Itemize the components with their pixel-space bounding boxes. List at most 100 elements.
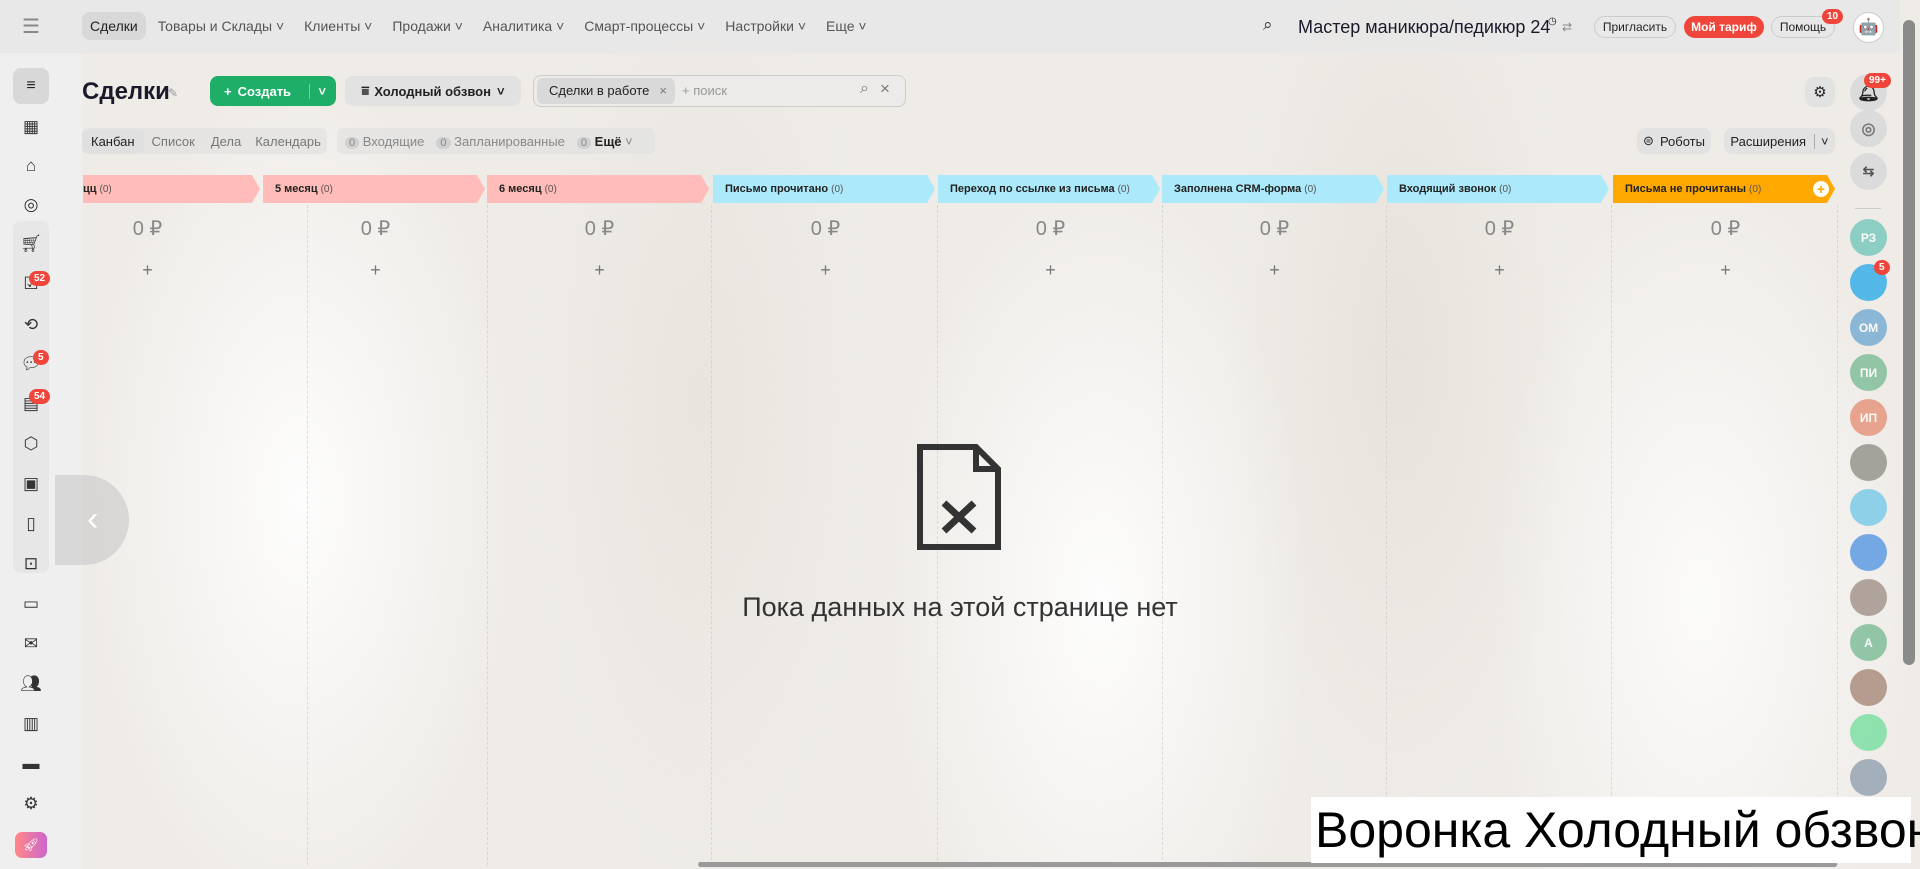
contact-avatar[interactable]	[1850, 714, 1887, 751]
create-label: Создать	[237, 83, 292, 99]
stage-name: Письмо прочитано	[725, 183, 829, 195]
add-deal-button[interactable]: +	[1613, 260, 1838, 281]
flow-icon[interactable]: ⟲	[17, 315, 45, 339]
mail-icon[interactable]: ✉	[17, 634, 45, 658]
nav-deals[interactable]: Сделки	[82, 12, 146, 40]
contact-avatar[interactable]: ПИ	[1850, 354, 1887, 391]
id-card-icon[interactable]: ▬	[17, 754, 45, 778]
counter-more[interactable]: 0 Ещё ˅	[576, 134, 633, 149]
pin-icon[interactable]: ✎	[168, 86, 178, 100]
nav-products[interactable]: Товары и Склады ˅	[150, 12, 292, 40]
stage-header[interactable]: 5 месяц (0)	[263, 175, 485, 203]
stage-sum: 0 ₽	[810, 218, 841, 240]
stage-header[interactable]: цц (0)	[83, 175, 260, 203]
add-deal-button[interactable]: +	[938, 260, 1163, 281]
copilot-button[interactable]: ◎	[1850, 110, 1887, 147]
stage-header[interactable]: Письма не прочитаны (0) +	[1613, 175, 1835, 203]
user-avatar[interactable]: 🤖	[1853, 12, 1884, 43]
nav-more[interactable]: Еще ˅	[818, 12, 875, 40]
tariff-button[interactable]: Мой тариф	[1684, 16, 1764, 38]
stage-header[interactable]: 6 месяц (0)	[487, 175, 709, 203]
contact-avatar[interactable]	[1850, 579, 1887, 616]
stage-header[interactable]: Письмо прочитано (0)	[713, 175, 935, 203]
contact-avatar[interactable]	[1850, 759, 1887, 796]
tab-activities[interactable]: Дела	[203, 130, 249, 153]
stage-header[interactable]: Заполнена CRM-форма (0)	[1162, 175, 1384, 203]
search-icon[interactable]: ⌕	[860, 80, 869, 98]
contact-avatar[interactable]: ИП	[1850, 399, 1887, 436]
calendar-icon[interactable]: ▣	[17, 474, 45, 498]
users-icon[interactable]: 👥︎	[17, 674, 45, 698]
sidebar-funnel-active[interactable]: ≡	[13, 68, 49, 104]
contact-avatar[interactable]: ОМ	[1850, 309, 1887, 346]
presentation-icon[interactable]: ⊡	[17, 554, 45, 578]
stage-count: (0)	[544, 183, 557, 195]
tab-calendar[interactable]: Календарь	[249, 130, 327, 153]
messages-button[interactable]: ⇆	[1850, 153, 1887, 190]
remove-tag-icon[interactable]: ×	[659, 83, 667, 98]
portal-name[interactable]: Мастер маникюра/педикюр 24	[1298, 17, 1550, 38]
contact-avatar[interactable]	[1850, 489, 1887, 526]
stage-count: (0)	[831, 183, 844, 195]
funnel-select[interactable]: ⩸ Холодный обзвон ˅	[345, 76, 521, 106]
chart-icon[interactable]: ▥	[17, 714, 45, 738]
stage-count: (0)	[1749, 183, 1762, 195]
extensions-button[interactable]: Расширения ˅	[1724, 128, 1835, 154]
create-button[interactable]: + Создать ˅	[210, 76, 336, 106]
robots-label: Роботы	[1659, 133, 1705, 149]
chevron-down-icon[interactable]: ˅	[1814, 133, 1829, 149]
robots-button[interactable]: ⊜ Роботы	[1637, 128, 1711, 154]
nav-smart[interactable]: Смарт-процессы ˅	[576, 12, 713, 40]
counter-planned[interactable]: 0 Запланированные	[436, 134, 565, 149]
drive-icon[interactable]: ▭	[17, 594, 45, 618]
stage-name: Переход по ссылке из письма	[950, 183, 1115, 195]
stage-name: Входящий звонок	[1399, 183, 1497, 195]
document-icon[interactable]: ▯	[17, 514, 45, 538]
settings-icon[interactable]: ⚙	[17, 794, 45, 818]
tab-list[interactable]: Список	[144, 130, 203, 153]
counter-incoming[interactable]: 0 Входящие	[345, 134, 424, 149]
hexagon-icon[interactable]: ⬡	[17, 434, 45, 458]
add-deal-button[interactable]: +	[713, 260, 938, 281]
funnel-label: Холодный обзвон	[374, 83, 491, 99]
settings-button[interactable]: ⚙	[1805, 77, 1835, 107]
clear-icon[interactable]: ×	[880, 79, 890, 99]
contact-avatar[interactable]: РЗ	[1850, 219, 1887, 256]
stage-name: цц	[83, 183, 97, 195]
create-dropdown-icon[interactable]: ˅	[309, 83, 326, 99]
nav-clients[interactable]: Клиенты ˅	[296, 12, 380, 40]
tab-kanban[interactable]: Канбан	[82, 129, 144, 153]
nav-settings[interactable]: Настройки ˅	[717, 12, 814, 40]
calendar-list-icon[interactable]: ▦	[17, 117, 45, 141]
rail-divider	[1855, 208, 1881, 209]
menu-icon[interactable]: ☰	[22, 14, 40, 39]
add-stage-icon[interactable]: +	[1813, 181, 1829, 197]
contact-avatar[interactable]	[1850, 444, 1887, 481]
add-deal-button[interactable]: +	[35, 260, 260, 281]
add-deal-button[interactable]: +	[263, 260, 488, 281]
search-input[interactable]: + поиск	[682, 83, 727, 98]
invite-button[interactable]: Пригласить	[1594, 16, 1676, 38]
rocket-icon[interactable]: 🚀︎	[15, 832, 47, 858]
search-icon[interactable]: ⌕	[1263, 15, 1273, 35]
add-deal-button[interactable]: +	[1162, 260, 1387, 281]
stage-header[interactable]: Входящий звонок (0)	[1387, 175, 1609, 203]
view-tabs: Канбан Список Дела Календарь	[82, 128, 327, 154]
nav-analytics[interactable]: Аналитика ˅	[475, 12, 572, 40]
column-divider	[487, 205, 488, 865]
vertical-scrollbar[interactable]	[1903, 20, 1915, 665]
contact-avatar[interactable]	[1850, 669, 1887, 706]
scroll-left-button[interactable]: ‹	[55, 475, 129, 565]
contact-avatar[interactable]: А	[1850, 624, 1887, 661]
stage-name: Заполнена CRM-форма	[1174, 183, 1302, 195]
filter-tag[interactable]: Сделки в работе ×	[537, 78, 675, 104]
contact-avatar[interactable]	[1850, 534, 1887, 571]
warehouse-icon[interactable]: ⌂	[17, 156, 45, 180]
add-deal-button[interactable]: +	[487, 260, 712, 281]
add-deal-button[interactable]: +	[1387, 260, 1612, 281]
stage-header[interactable]: Переход по ссылке из письма (0)	[938, 175, 1160, 203]
clock-icon: ◷	[1548, 16, 1557, 27]
sliders-icon[interactable]: ⇄	[1562, 20, 1572, 34]
nav-sales[interactable]: Продажи ˅	[384, 12, 471, 40]
notifications-badge: 99+	[1864, 73, 1891, 88]
